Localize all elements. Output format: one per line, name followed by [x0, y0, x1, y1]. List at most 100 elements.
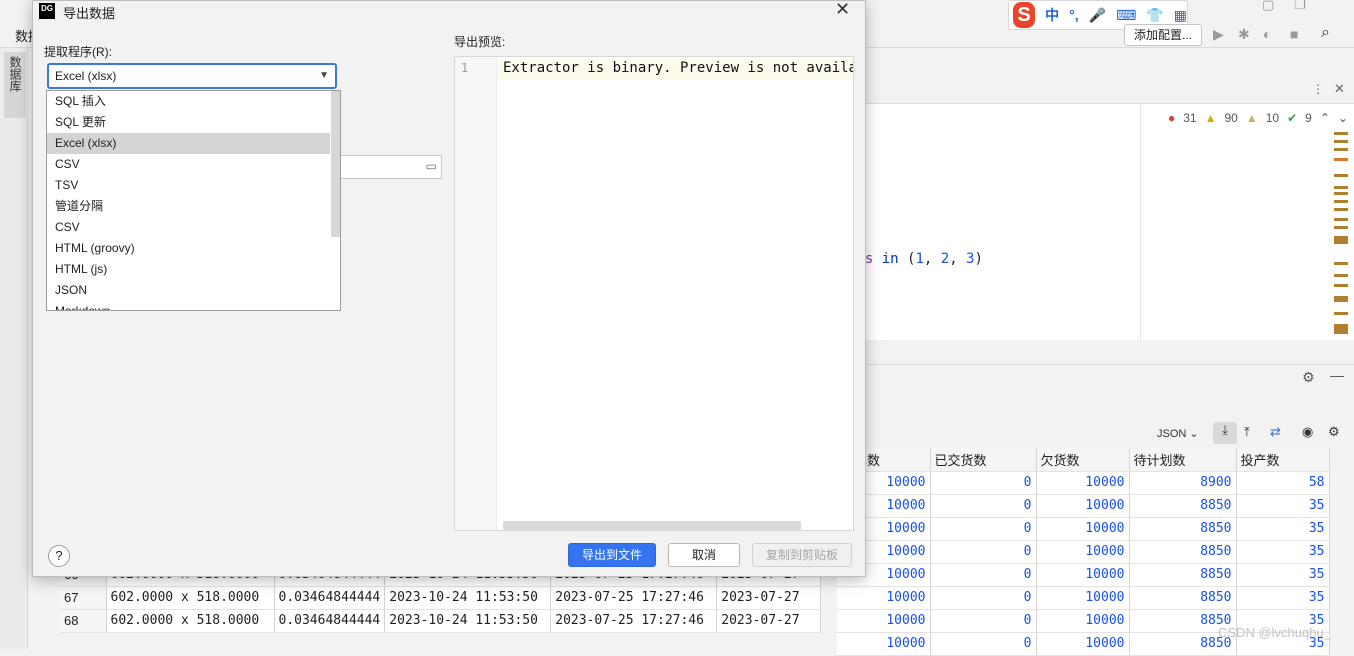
table-cell[interactable]: 2023-10-24 11:53:50: [384, 609, 552, 633]
table-cell[interactable]: 8850: [1129, 494, 1237, 518]
editor-tabs-menu-icon[interactable]: ⋮: [1312, 82, 1324, 96]
chevron-up-icon[interactable]: ⌃: [1320, 111, 1330, 125]
column-header[interactable]: 投产数: [1236, 448, 1330, 472]
ime-skin-icon[interactable]: 👕: [1146, 7, 1163, 24]
inspection-widget[interactable]: ● 31 ▲ 90 ▲ 10 ✔ 9 ⌃ ⌄: [1168, 111, 1348, 125]
coverage-icon[interactable]: ◐: [1263, 26, 1271, 42]
extractor-option[interactable]: HTML (groovy): [47, 238, 330, 259]
ime-chinese-mode[interactable]: 中: [1045, 5, 1059, 25]
extractor-option[interactable]: CSV: [47, 217, 330, 238]
table-cell[interactable]: 58: [1236, 471, 1330, 495]
chevron-down-icon[interactable]: ⌄: [1338, 111, 1348, 125]
extractor-option[interactable]: CSV: [47, 154, 330, 175]
table-cell[interactable]: 10000: [1036, 517, 1130, 541]
extractor-option[interactable]: 管道分隔: [47, 196, 330, 217]
table-cell[interactable]: 10000: [1036, 540, 1130, 564]
restore-window-icon[interactable]: ❐: [1294, 0, 1306, 13]
extractor-option[interactable]: SQL 插入: [47, 91, 330, 112]
table-row[interactable]: 10000 0 10000 8900 58: [837, 471, 1330, 495]
extractor-option[interactable]: SQL 更新: [47, 112, 330, 133]
table-cell[interactable]: 35: [1236, 586, 1330, 610]
table-cell[interactable]: 8850: [1129, 517, 1237, 541]
table-cell[interactable]: 602.0000 x 518.0000: [106, 586, 275, 610]
table-cell[interactable]: 10000: [837, 632, 931, 656]
table-cell[interactable]: 35: [1236, 563, 1330, 587]
table-cell[interactable]: 2023-07-27: [716, 609, 822, 633]
sql-editor[interactable]: [866, 104, 1354, 340]
folder-icon[interactable]: ▭: [426, 159, 437, 173]
extractor-option[interactable]: HTML (js): [47, 259, 330, 280]
table-cell[interactable]: 35: [1236, 494, 1330, 518]
export-download-icon[interactable]: ⤓: [1213, 422, 1237, 444]
table-cell[interactable]: 0: [930, 471, 1037, 495]
format-select[interactable]: JSON ⌄: [1157, 427, 1199, 440]
table-cell[interactable]: 0.03464844444: [274, 586, 386, 610]
close-icon[interactable]: ✕: [835, 0, 850, 20]
ime-logo[interactable]: S: [1013, 2, 1036, 28]
table-cell[interactable]: 0.03464844444: [274, 609, 386, 633]
export-preview-pane[interactable]: 1 Extractor is binary. Preview is not av…: [454, 56, 854, 531]
run-icon[interactable]: ▶: [1213, 26, 1224, 43]
help-button[interactable]: ?: [48, 545, 70, 567]
error-stripe[interactable]: [1334, 128, 1350, 340]
stop-icon[interactable]: ■: [1290, 26, 1298, 42]
table-cell[interactable]: 2023-10-24 11:53:50: [384, 586, 552, 610]
table-cell[interactable]: 10000: [1036, 609, 1130, 633]
ime-punctuation-icon[interactable]: °,: [1069, 7, 1079, 23]
column-header[interactable]: 已交货数: [930, 448, 1037, 472]
ime-keyboard-icon[interactable]: ⌨: [1116, 7, 1136, 24]
table-row[interactable]: 67 602.0000 x 518.0000 0.03464844444 2023-1…: [60, 586, 822, 610]
row-number[interactable]: 68: [60, 609, 107, 633]
table-cell[interactable]: 0: [930, 494, 1037, 518]
table-cell[interactable]: 0: [930, 632, 1037, 656]
dropdown-scrollbar[interactable]: [331, 91, 340, 237]
extractor-dropdown-list[interactable]: SQL 插入 SQL 更新 Excel (xlsx) CSV TSV 管道分隔 CSV HTM…: [46, 90, 341, 311]
table-cell[interactable]: 10000: [1036, 632, 1130, 656]
extractor-combobox[interactable]: Excel (xlsx) ▼: [47, 63, 337, 89]
table-cell[interactable]: 2023-07-25 17:27:46: [550, 609, 718, 633]
extractor-option[interactable]: Markdown: [47, 301, 330, 310]
table-cell[interactable]: 10000: [1036, 563, 1130, 587]
close-icon[interactable]: ✕: [1334, 81, 1345, 97]
table-cell[interactable]: 8850: [1129, 586, 1237, 610]
table-cell[interactable]: 35: [1236, 517, 1330, 541]
table-row[interactable]: 68 602.0000 x 518.0000 0.03464844444 2023-1…: [60, 609, 822, 633]
extractor-option[interactable]: TSV: [47, 175, 330, 196]
preview-horizontal-scrollbar[interactable]: [503, 521, 801, 530]
table-cell[interactable]: 602.0000 x 518.0000: [106, 609, 275, 633]
table-cell[interactable]: 8850: [1129, 563, 1237, 587]
search-icon[interactable]: ⌕: [1321, 24, 1330, 42]
table-cell[interactable]: 0: [930, 609, 1037, 633]
table-cell[interactable]: 8850: [1129, 540, 1237, 564]
extractor-option[interactable]: JSON: [47, 280, 330, 301]
cancel-button[interactable]: 取消: [668, 543, 740, 567]
table-cell[interactable]: 2023-07-27: [716, 586, 822, 610]
table-cell[interactable]: 0: [930, 586, 1037, 610]
hide-icon[interactable]: —: [1330, 367, 1344, 383]
table-cell[interactable]: 8900: [1129, 471, 1237, 495]
table-cell[interactable]: 10000: [837, 586, 931, 610]
row-number[interactable]: 67: [60, 586, 107, 610]
table-row[interactable]: 10000 0 10000 8850 35: [837, 494, 1330, 518]
compare-icon[interactable]: ⇄: [1270, 424, 1281, 440]
table-cell[interactable]: 35: [1236, 540, 1330, 564]
chevron-down-icon[interactable]: ▼: [319, 65, 329, 87]
table-cell[interactable]: 10000: [1036, 494, 1130, 518]
ime-toolbox-icon[interactable]: ▦: [1174, 7, 1187, 24]
table-row[interactable]: 10000 0 10000 8850 35: [837, 586, 1330, 610]
view-eye-icon[interactable]: ◉: [1302, 424, 1313, 440]
table-row[interactable]: 10000 0 10000 8850 35: [837, 517, 1330, 541]
table-cell[interactable]: 0: [930, 540, 1037, 564]
debug-icon[interactable]: ✱: [1238, 26, 1250, 43]
add-configuration-button[interactable]: 添加配置...: [1124, 24, 1202, 46]
table-cell[interactable]: 2023-07-25 17:27:46: [550, 586, 718, 610]
import-upload-icon[interactable]: ⤒: [1244, 424, 1250, 440]
minimize-window-icon[interactable]: ▢: [1262, 0, 1274, 13]
extractor-option[interactable]: Excel (xlsx): [47, 133, 330, 154]
table-cell[interactable]: 0: [930, 563, 1037, 587]
table-cell[interactable]: 0: [930, 517, 1037, 541]
export-to-file-button[interactable]: 导出到文件: [568, 543, 656, 567]
gear-icon[interactable]: ⚙: [1302, 369, 1315, 386]
column-header[interactable]: 欠货数: [1036, 448, 1130, 472]
table-row[interactable]: 10000 0 10000 8850 35: [837, 540, 1330, 564]
